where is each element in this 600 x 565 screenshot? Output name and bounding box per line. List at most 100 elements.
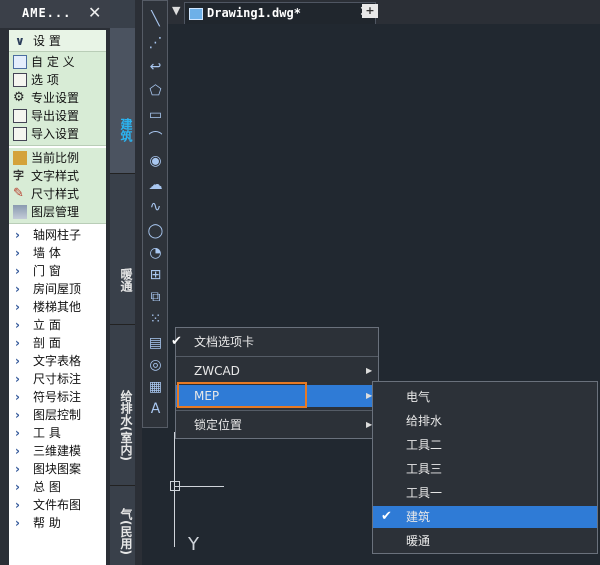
palette-menu-item[interactable]: › 文字表格 (9, 352, 106, 370)
context-menu-item[interactable]: ZWCAD ▶ (176, 360, 378, 382)
polygon-icon[interactable]: ⬠ (147, 83, 164, 100)
palette-close-icon[interactable]: ✕ (88, 3, 101, 22)
chevron-right-icon: › (15, 246, 20, 260)
ellipse-arc-icon[interactable]: ◔ (147, 245, 164, 262)
settings-header-row[interactable]: ∨ 设 置 (9, 32, 106, 50)
mtext-icon[interactable]: A (147, 401, 164, 418)
palette-item-scale[interactable]: 当前比例 (9, 149, 106, 167)
tab-hvac[interactable]: 暖通 (110, 174, 135, 324)
revision-cloud-icon[interactable]: ☁ (147, 177, 164, 194)
submenu-item[interactable]: 暖通 (373, 530, 597, 552)
palette-item-text-style[interactable]: 字文字样式 (9, 167, 106, 185)
rectangle-icon[interactable]: ▭ (147, 107, 164, 124)
import-icon (13, 127, 27, 141)
discipline-tabs: 建筑 暖通 给排水(室内) 气(民用) (110, 0, 135, 565)
palette-item-export-settings[interactable]: 导出设置 (9, 107, 106, 125)
palette-menu-item[interactable]: › 工 具 (9, 424, 106, 442)
checkmark-icon: ✔ (381, 509, 392, 524)
chevron-right-icon: › (15, 318, 20, 332)
settings-header-label: 设 置 (33, 34, 61, 48)
make-block-icon[interactable]: ⧉ (147, 289, 164, 306)
submenu-item[interactable]: 给排水 (373, 410, 597, 432)
menu-separator (176, 356, 378, 357)
palette-menu-item[interactable]: › 楼梯其他 (9, 298, 106, 316)
spline-icon[interactable]: ∿ (147, 199, 164, 216)
hatch-icon[interactable]: ▤ (147, 335, 164, 352)
submenu-item-label: 建筑 (406, 510, 431, 524)
chevron-right-icon: › (15, 426, 20, 440)
palette-item-options[interactable]: 选 项 (9, 71, 106, 89)
palette-menu-item-label: 总 图 (33, 480, 61, 494)
tab-electrical[interactable]: 气(民用) (110, 486, 135, 565)
gear-icon: ⚙ (13, 90, 25, 105)
chevron-right-icon: › (15, 408, 20, 422)
chevron-right-icon: › (15, 498, 20, 512)
insert-block-icon[interactable]: ⊞ (147, 267, 164, 284)
palette-menu-item[interactable]: › 帮 助 (9, 514, 106, 532)
tab-menu-arrow-icon[interactable]: ▼ (172, 4, 180, 17)
circle-icon[interactable]: ◉ (147, 153, 164, 170)
palette-item-pro-settings[interactable]: ⚙ 专业设置 (9, 89, 106, 107)
palette-item-label: 自 定 义 (31, 55, 75, 69)
export-icon (13, 109, 27, 123)
palette-item-import-settings[interactable]: 导入设置 (9, 125, 106, 143)
palette-menu-item[interactable]: › 尺寸标注 (9, 370, 106, 388)
palette-menu-item-label: 工 具 (33, 426, 61, 440)
menu-separator (176, 410, 378, 411)
submenu-arrow-icon: ▶ (366, 366, 373, 375)
submenu-item-label: 电气 (406, 390, 431, 404)
palette-item-dim-style[interactable]: ✎ 尺寸样式 (9, 185, 106, 203)
submenu-item[interactable]: 工具一 (373, 482, 597, 504)
point-icon[interactable]: ⁙ (147, 311, 164, 328)
palette-title-bar: AME... ✕ (0, 0, 110, 28)
region-icon[interactable]: ◎ (147, 357, 164, 374)
document-tab-bar: ▼ Drawing1.dwg* ✕ + (168, 0, 600, 24)
chevron-right-icon: › (15, 336, 20, 350)
polyline-icon[interactable]: ↩ (147, 59, 164, 76)
context-menu-item-label: 文档选项卡 (194, 335, 255, 349)
context-menu-item[interactable]: ✔ 文档选项卡 (171, 331, 378, 353)
palette-menu-item[interactable]: › 文件布图 (9, 496, 106, 514)
palette-item-label: 导入设置 (31, 127, 80, 141)
palette-menu-item[interactable]: › 三维建模 (9, 442, 106, 460)
submenu-item[interactable]: 工具三 (373, 458, 597, 480)
palette-menu-item-label: 立 面 (33, 318, 61, 332)
settings-header[interactable]: ∨ 设 置 (9, 30, 106, 52)
tab-architecture[interactable]: 建筑 (110, 28, 135, 173)
palette-item-custom[interactable]: 自 定 义 (9, 53, 106, 71)
palette-menu-item[interactable]: › 剖 面 (9, 334, 106, 352)
arc-icon[interactable]: ⌒ (147, 131, 164, 148)
checkmark-icon: ✔ (171, 334, 182, 349)
palette-menu-item[interactable]: › 轴网柱子 (9, 226, 106, 244)
context-menu-item[interactable]: 锁定位置 ▶ (176, 414, 378, 436)
palette-menu-item[interactable]: › 符号标注 (9, 388, 106, 406)
palette-menu-item[interactable]: › 总 图 (9, 478, 106, 496)
submenu-item[interactable]: 工具二 (373, 434, 597, 456)
palette-menu-item-label: 剖 面 (33, 336, 61, 350)
palette-menu-item[interactable]: › 房间屋顶 (9, 280, 106, 298)
chevron-right-icon: › (15, 354, 20, 368)
palette-menu-item-label: 墙 体 (33, 246, 61, 260)
table-icon[interactable]: ▦ (147, 379, 164, 396)
palette-menu-item-label: 轴网柱子 (33, 228, 82, 242)
palette-menu-item[interactable]: › 门 窗 (9, 262, 106, 280)
construction-line-icon[interactable]: ⋰ (147, 35, 164, 52)
chevron-right-icon: › (15, 264, 20, 278)
options-icon (13, 73, 27, 87)
palette-menu-item[interactable]: › 立 面 (9, 316, 106, 334)
palette-menu-item[interactable]: › 图块图案 (9, 460, 106, 478)
tab-plumbing[interactable]: 给排水(室内) (110, 325, 135, 485)
line-icon[interactable]: ╲ (147, 11, 164, 28)
palette-menu-item-label: 门 窗 (33, 264, 61, 278)
tab-drawing1[interactable]: Drawing1.dwg* ✕ (184, 2, 376, 24)
palette-menu-item[interactable]: › 墙 体 (9, 244, 106, 262)
palette-item-layer-manager[interactable]: 图层管理 (9, 203, 106, 221)
new-tab-button[interactable]: + (362, 4, 378, 18)
chevron-right-icon: › (15, 516, 20, 530)
palette-menu-item[interactable]: › 图层控制 (9, 406, 106, 424)
submenu-item[interactable]: ✔ 建筑 (373, 506, 597, 528)
palette-item-label: 专业设置 (31, 91, 80, 105)
submenu-item[interactable]: 电气 (373, 386, 597, 408)
ellipse-icon[interactable]: ◯ (147, 223, 164, 240)
pen-icon: ✎ (13, 186, 24, 201)
